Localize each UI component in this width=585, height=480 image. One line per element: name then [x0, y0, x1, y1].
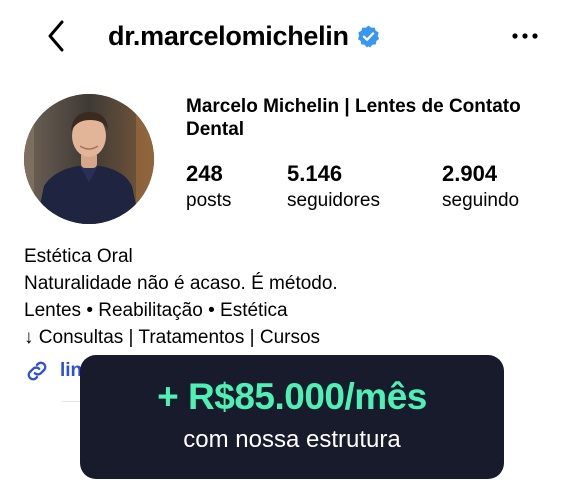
- verified-badge-icon: [356, 24, 381, 49]
- stat-following-value: 2.904: [442, 161, 498, 186]
- bio-line: ↓ Consultas | Tratamentos | Cursos: [24, 327, 321, 348]
- stat-followers-label: seguidores: [287, 190, 380, 211]
- more-horizontal-icon: [512, 33, 538, 39]
- profile-link[interactable]: lin: [24, 356, 82, 386]
- stat-followers[interactable]: 5.146 seguidores: [287, 160, 380, 214]
- profile-avatar[interactable]: [24, 94, 154, 224]
- username-row: dr.marcelomichelin: [108, 14, 381, 58]
- chevron-left-icon: [48, 20, 64, 52]
- stat-followers-value: 5.146: [287, 161, 343, 186]
- promo-overlay-card: + R$85.000/mês com nossa estrutura: [80, 355, 504, 479]
- bio-line: Lentes • Reabilitação • Estética: [24, 300, 288, 321]
- more-options-button[interactable]: [500, 14, 550, 58]
- back-button[interactable]: [34, 14, 78, 58]
- profile-header: dr.marcelomichelin: [0, 0, 585, 72]
- profile-display-name: Marcelo Michelin | Lentes de Contato Den…: [186, 96, 521, 140]
- profile-bio: Estética Oral Naturalidade não é acaso. …: [24, 243, 338, 351]
- profile-username: dr.marcelomichelin: [108, 20, 349, 51]
- bio-line: Naturalidade não é acaso. É método.: [24, 273, 338, 294]
- bio-line: Estética Oral: [24, 246, 133, 267]
- link-icon: [27, 361, 47, 381]
- stat-following[interactable]: 2.904 seguindo: [442, 160, 519, 214]
- stat-posts-label: posts: [186, 190, 232, 211]
- promo-headline: + R$85.000/mês: [157, 376, 427, 417]
- profile-link-text: lin: [60, 360, 83, 381]
- promo-subline: com nossa estrutura: [183, 426, 401, 453]
- stat-posts-value: 248: [186, 161, 223, 186]
- stat-following-label: seguindo: [442, 190, 520, 211]
- stat-posts[interactable]: 248 posts: [186, 160, 231, 214]
